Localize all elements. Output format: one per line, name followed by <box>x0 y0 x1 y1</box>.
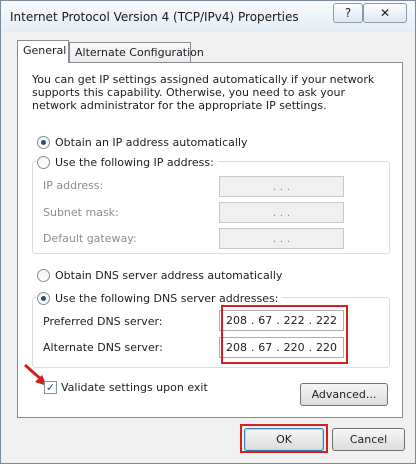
advanced-button[interactable]: Advanced... <box>300 383 388 406</box>
cancel-button[interactable]: Cancel <box>332 428 405 451</box>
use-following-ip-label: Use the following IP address: <box>55 155 214 169</box>
preferred-dns-label: Preferred DNS server: <box>43 315 163 328</box>
dns-highlight-box <box>221 305 348 364</box>
validate-settings-checkbox[interactable]: ✓ <box>44 381 57 394</box>
description-text: You can get IP settings assigned automat… <box>32 73 375 112</box>
obtain-dns-automatically-label: Obtain DNS server address automatically <box>55 268 283 282</box>
obtain-dns-automatically-radio[interactable] <box>37 268 50 282</box>
default-gateway-label: Default gateway: <box>43 232 137 245</box>
tab-alternate-configuration[interactable]: Alternate Configuration <box>69 42 204 63</box>
use-following-ip-radio[interactable] <box>37 155 50 169</box>
help-button[interactable]: ? <box>333 3 363 23</box>
close-button[interactable]: ✕ <box>363 3 407 23</box>
default-gateway-value: . . . <box>272 232 291 245</box>
use-following-dns-option[interactable]: Use the following DNS server addresses: <box>37 290 283 306</box>
tab-general[interactable]: General <box>17 40 69 63</box>
use-following-dns-label: Use the following DNS server addresses: <box>55 291 279 305</box>
close-icon: ✕ <box>379 6 391 20</box>
title-bar: Internet Protocol Version 4 (TCP/IPv4) P… <box>1 1 415 32</box>
ip-address-label: IP address: <box>43 179 104 192</box>
use-following-dns-radio[interactable] <box>37 291 50 305</box>
subnet-mask-value: . . . <box>272 206 291 219</box>
help-icon: ? <box>344 6 352 20</box>
obtain-ip-automatically-label: Obtain an IP address automatically <box>55 135 248 149</box>
tcpip-properties-dialog: Internet Protocol Version 4 (TCP/IPv4) P… <box>0 0 416 464</box>
obtain-dns-automatically-option[interactable]: Obtain DNS server address automatically <box>37 267 287 283</box>
obtain-ip-automatically-option[interactable]: Obtain an IP address automatically <box>37 134 252 150</box>
validate-settings-option[interactable]: ✓ Validate settings upon exit <box>44 381 208 394</box>
use-following-ip-option[interactable]: Use the following IP address: <box>37 154 218 170</box>
validate-settings-label: Validate settings upon exit <box>61 381 208 394</box>
subnet-mask-label: Subnet mask: <box>43 206 119 219</box>
ip-address-field: . . . <box>219 176 344 197</box>
dialog-title: Internet Protocol Version 4 (TCP/IPv4) P… <box>10 10 299 24</box>
obtain-ip-automatically-radio[interactable] <box>37 135 50 149</box>
default-gateway-field: . . . <box>219 228 344 249</box>
ip-address-value: . . . <box>272 180 291 193</box>
subnet-mask-field: . . . <box>219 202 344 223</box>
ok-button[interactable]: OK <box>244 428 324 451</box>
alternate-dns-label: Alternate DNS server: <box>43 341 163 354</box>
